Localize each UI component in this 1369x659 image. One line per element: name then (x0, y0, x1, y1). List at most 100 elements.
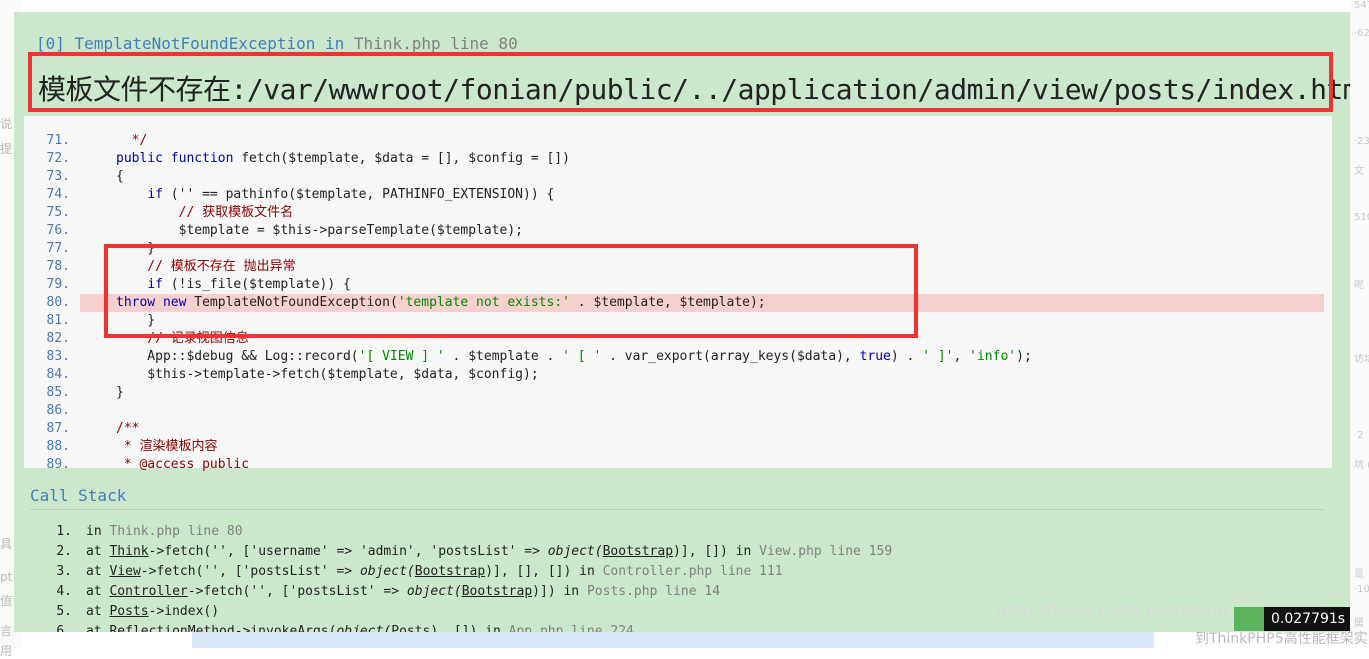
call-stack-item: 6. at ReflectionMethod->invokeArgs(object… (30, 622, 634, 632)
line-number: 79. (46, 277, 70, 292)
source-line: 74. if ('' == pathinfo($template, PATHIN… (24, 186, 1332, 204)
call-stack-text: object( (359, 564, 415, 579)
background-fragment: ·2 (1354, 430, 1364, 441)
call-stack-text: ->fetch('', ['postsList' => (140, 564, 360, 579)
background-fragment: pt (0, 570, 13, 584)
class-link[interactable]: View (109, 564, 140, 579)
code-token: $template = $this->parseTemplate($templa… (116, 223, 523, 238)
call-stack-item: 4. at Controller->fetch('', ['postsList' … (30, 582, 720, 602)
background-fragment: 属 (1354, 618, 1364, 629)
line-code: if ('' == pathinfo($template, PATHINFO_E… (116, 186, 554, 204)
code-token: true (859, 349, 891, 364)
code-token: */ (116, 133, 148, 148)
background-fragment: 言 (0, 624, 13, 638)
code-token: * 渲染模板内容 (116, 439, 218, 454)
line-number: 82. (46, 331, 70, 346)
class-link[interactable]: Bootstrap (415, 564, 485, 579)
line-code: // 获取模板文件名 (116, 204, 293, 222)
source-line: 87. /** (24, 420, 1332, 438)
class-link[interactable]: Think (109, 544, 148, 559)
background-bottom-box (192, 632, 1154, 648)
call-stack-number: 2. (56, 544, 72, 559)
code-token: /** (116, 421, 140, 436)
call-stack-text: )], [], []) in (485, 564, 603, 579)
call-stack-text: App.php line 224 (508, 624, 634, 632)
background-fragment: ·62 (1354, 28, 1369, 39)
code-token: '[ VIEW ] ' (358, 349, 445, 364)
source-line: 89. * @access public (24, 456, 1332, 474)
call-stack-text: )], []) in (673, 544, 760, 559)
annotation-box-message (28, 52, 1333, 112)
background-fragment: 具 (0, 537, 13, 551)
background-fragment: 呢 (1354, 280, 1364, 291)
line-code: App::$debug && Log::record('[ VIEW ] ' .… (116, 348, 1031, 366)
line-number: 72. (46, 151, 70, 166)
line-number: 73. (46, 169, 70, 184)
background-fragment: 5471 (1354, 0, 1369, 11)
call-stack-text: Posts.php line 14 (586, 584, 721, 599)
source-line: 72. public function fetch($template, $dat… (24, 150, 1332, 168)
call-stack-item: 1. in Think.php line 80 (30, 522, 243, 542)
thinkphp-leaf-icon (1234, 607, 1264, 631)
line-number: 86. (46, 403, 70, 418)
runtime-value: 0.027791s (1271, 611, 1346, 627)
code-token: App::$debug && Log::record( (116, 349, 359, 364)
class-link[interactable]: Bootstrap (462, 584, 532, 599)
background-fragment: ·23 (1354, 136, 1369, 147)
code-token: ' ]' (922, 349, 954, 364)
call-stack-text: object( (406, 584, 462, 599)
call-stack-title: Call Stack (30, 486, 127, 505)
call-stack-text: Think.php line 80 (109, 524, 243, 539)
call-stack-number: 3. (56, 564, 72, 579)
call-stack-text: ->fetch('', ['username' => 'admin', 'pos… (148, 544, 548, 559)
line-number: 81. (46, 313, 70, 328)
runtime-timer[interactable]: 0.027791s (1234, 607, 1350, 631)
line-number: 87. (46, 421, 70, 436)
call-stack-item: 3. at View->fetch('', ['postsList' => obj… (30, 562, 782, 582)
code-token: . var_export(array_keys($data), (601, 349, 860, 364)
line-number: 77. (46, 241, 70, 256)
call-stack-text: at ReflectionMethod->invokeArgs( (86, 624, 337, 632)
code-token: * @access public (116, 457, 250, 472)
call-stack-text: at (86, 584, 110, 599)
background-fragment: 文 (1354, 166, 1364, 177)
class-link[interactable]: Controller (109, 584, 187, 599)
call-stack-item: 5. at Posts->index() (30, 602, 219, 622)
call-stack-text: in (86, 524, 110, 539)
source-line: 76. $template = $this->parseTemplate($te… (24, 222, 1332, 240)
code-token: } (116, 385, 124, 400)
line-code: $this->template->fetch($template, $data,… (116, 366, 538, 384)
exception-file: Think.php (353, 34, 441, 53)
exception-in-label: in (325, 34, 345, 53)
background-fragment: 访坑 (1354, 354, 1369, 365)
line-code: * 渲染模板内容 (116, 438, 218, 456)
background-fragment: 用 (0, 644, 13, 658)
line-number: 78. (46, 259, 70, 274)
line-code: public function fetch($template, $data =… (116, 150, 570, 168)
line-number: 80. (46, 295, 70, 310)
code-token: ) . (890, 349, 923, 364)
background-fragment: 坑 ( (1354, 460, 1369, 471)
line-number: 89. (46, 457, 70, 472)
line-code: */ (116, 132, 148, 150)
line-number: 74. (46, 187, 70, 202)
exception-class[interactable]: TemplateNotFoundException (75, 34, 316, 53)
background-fragment: 说 (0, 117, 13, 131)
code-token: public function (116, 151, 242, 166)
call-stack-item: 2. at Think->fetch('', ['username' => 'ad… (30, 542, 892, 562)
exception-title: [0] TemplateNotFoundException in Think.p… (36, 34, 518, 53)
code-token: . $template . (444, 349, 563, 364)
exception-index: [0] (36, 34, 65, 53)
code-token: // 获取模板文件名 (116, 205, 294, 220)
call-stack-number: 4. (56, 584, 72, 599)
code-token: if (147, 187, 163, 202)
call-stack-text: ->fetch('', ['postsList' => (187, 584, 407, 599)
code-token: , (953, 349, 970, 364)
line-code: * @access public (116, 456, 249, 474)
line-number: 88. (46, 439, 70, 454)
call-stack-number: 6. (56, 624, 72, 632)
class-link[interactable]: Posts (109, 604, 148, 619)
code-token: ('' == pathinfo($template, PATHINFO_EXTE… (162, 187, 555, 202)
class-link[interactable]: Bootstrap (603, 544, 673, 559)
